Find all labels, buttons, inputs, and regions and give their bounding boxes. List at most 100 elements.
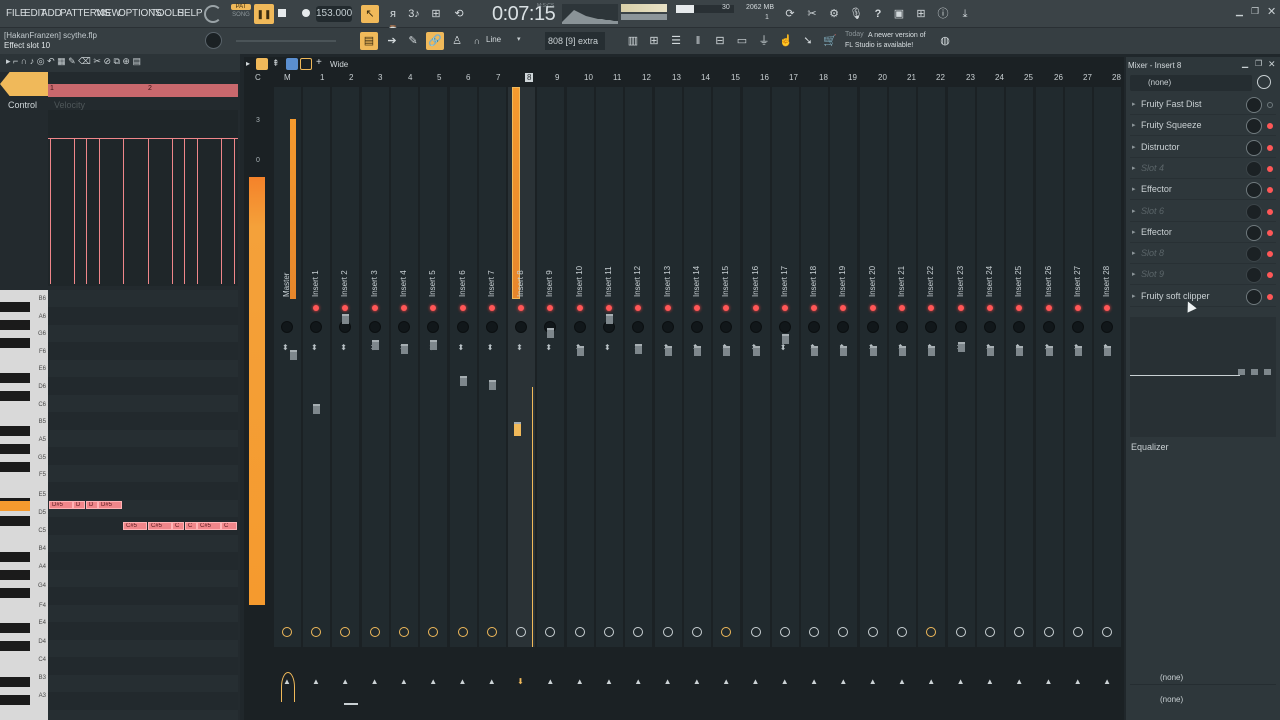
mixer-strip-insert-4[interactable]: [390, 87, 418, 647]
mixer-strip-insert-22[interactable]: [918, 87, 946, 647]
channel-pan-knob[interactable]: [661, 321, 674, 333]
piano-roll-icon[interactable]: ▥: [624, 32, 642, 50]
insert-panel-restore-icon[interactable]: ❐: [1255, 59, 1262, 68]
channel-pan-knob[interactable]: [1042, 321, 1055, 333]
channel-pan-knob[interactable]: [1101, 321, 1114, 333]
route-to-arrow-icon[interactable]: ▲: [341, 677, 349, 686]
news-text[interactable]: A newer version of FL Studio is availabl…: [845, 31, 935, 51]
tempo-display[interactable]: 153.000: [316, 6, 352, 22]
channel-volume-fader[interactable]: [400, 344, 408, 354]
effect-slot-6[interactable]: ▸ Slot 6: [1130, 202, 1276, 222]
microphone-icon[interactable]: 🎙: [847, 5, 865, 23]
route-to-arrow-icon[interactable]: ▲: [986, 677, 994, 686]
channel-volume-fader[interactable]: [606, 314, 613, 324]
channel-pan-knob[interactable]: [866, 321, 879, 333]
slot-enable-led[interactable]: [1267, 123, 1273, 130]
channel-pan-knob[interactable]: [397, 321, 410, 333]
piano-black-key[interactable]: [0, 462, 30, 472]
mixer-channel-name[interactable]: Insert 12: [633, 266, 642, 297]
tool-wait-for-input-icon[interactable]: 3♪: [405, 5, 423, 23]
shop-icon[interactable]: 🛒: [821, 32, 839, 50]
slot-enable-led[interactable]: [1267, 251, 1273, 258]
slot-mix-knob[interactable]: [1246, 139, 1262, 156]
channel-route-button[interactable]: [779, 627, 790, 637]
stereo-separation-icon[interactable]: ⬍: [780, 343, 787, 352]
tool-step-edit-icon[interactable]: ⊞: [427, 5, 445, 23]
channel-route-button[interactable]: [897, 627, 907, 637]
plugin-picker-icon[interactable]: ⚙: [825, 5, 843, 23]
channel-pan-knob[interactable]: [281, 321, 293, 333]
note-7[interactable]: C: [172, 522, 184, 530]
mixer-channel-name[interactable]: Insert 22: [926, 266, 935, 297]
slot-menu-arrow-icon[interactable]: ▸: [1132, 121, 1136, 129]
mixer-strip-insert-2[interactable]: [332, 87, 360, 647]
stereo-separation-icon[interactable]: ⬍: [487, 343, 494, 352]
channel-pan-knob[interactable]: [485, 321, 498, 333]
mixer-channel-name[interactable]: Insert 26: [1044, 266, 1053, 297]
channel-route-button[interactable]: [955, 627, 966, 637]
mixer-channel-name[interactable]: Insert 2: [340, 270, 349, 297]
mixer-channel-name[interactable]: Insert 7: [487, 270, 496, 297]
mixer-scrollbar[interactable]: [344, 703, 358, 705]
slot-enable-led[interactable]: [1267, 229, 1273, 236]
undo-history-icon[interactable]: ⟳: [781, 5, 799, 23]
slot-mix-knob[interactable]: [1246, 160, 1262, 177]
slot-enable-led[interactable]: [1267, 102, 1273, 108]
channel-volume-fader[interactable]: [488, 380, 496, 390]
master-pitch-slider[interactable]: [621, 14, 667, 20]
note-3[interactable]: D: [86, 501, 98, 509]
channel-volume-fader[interactable]: [1074, 346, 1082, 356]
mixer-channel-name[interactable]: Insert 11: [604, 266, 613, 297]
stereo-separation-icon[interactable]: ⬍: [545, 343, 552, 352]
piano-black-key[interactable]: [0, 391, 30, 401]
effect-slot-1[interactable]: ▸ Fruity Fast Dist: [1130, 95, 1276, 115]
channel-volume-fader[interactable]: [840, 346, 848, 356]
arrow-right-icon[interactable]: ➔: [383, 32, 401, 50]
mixer-channel-name[interactable]: Insert 13: [663, 266, 672, 297]
slot-enable-led[interactable]: [1267, 272, 1273, 279]
window-close-icon[interactable]: ✕: [1267, 5, 1276, 18]
channel-pan-knob[interactable]: [310, 321, 322, 333]
mixer-strip-insert-27[interactable]: [1064, 87, 1092, 647]
slot-menu-arrow-icon[interactable]: ▸: [1132, 249, 1136, 257]
file-icon[interactable]: ▭: [733, 32, 751, 50]
slot-menu-arrow-icon[interactable]: ▸: [1132, 292, 1136, 300]
magnet-icon[interactable]: ∩: [468, 32, 486, 50]
preset-display[interactable]: 808 [9] extra: [545, 32, 605, 50]
channel-enable-led[interactable]: [400, 305, 407, 311]
slot-enable-led[interactable]: [1267, 208, 1273, 215]
channel-route-button[interactable]: [1072, 627, 1083, 637]
route-to-arrow-icon[interactable]: ▲: [957, 677, 965, 686]
channel-volume-fader[interactable]: [781, 334, 789, 344]
mixer-view-button-3[interactable]: [300, 58, 312, 70]
effect-slot-2[interactable]: ▸ Fruity Squeeze: [1130, 116, 1276, 137]
mixer-channel-name[interactable]: Insert 19: [838, 266, 847, 297]
tool-icons[interactable]: ▸ ⌐ ∩ ♪ ◎ ↶ ▦ ✎ ⌫ ✂ ⊘ ⧉ ⊕ ▤: [6, 56, 141, 67]
output-select-2[interactable]: (none): [1130, 691, 1276, 707]
channel-pan-knob[interactable]: [456, 321, 469, 333]
route-to-arrow-icon[interactable]: ▲: [898, 677, 906, 686]
channel-pan-knob[interactable]: [808, 321, 821, 333]
channel-pan-knob[interactable]: [983, 321, 996, 333]
mixer-pin-icon[interactable]: ⇞: [272, 58, 280, 69]
help-icon[interactable]: ?: [869, 5, 887, 23]
mixer-channel-name[interactable]: Insert 27: [1073, 266, 1082, 297]
route-to-arrow-icon[interactable]: ▲: [371, 677, 379, 686]
channel-enable-led[interactable]: [459, 305, 466, 311]
channel-volume-fader[interactable]: [664, 346, 672, 356]
mixer-strip-insert-16[interactable]: [742, 87, 770, 647]
eq-band-fader-3[interactable]: [1264, 369, 1271, 375]
piano-black-key[interactable]: [0, 320, 30, 330]
mixer-strip-insert-23[interactable]: [947, 87, 975, 647]
channel-volume-fader[interactable]: [1104, 346, 1112, 356]
mixer-strip-insert-21[interactable]: [889, 87, 916, 647]
mixer-strip-insert-10[interactable]: [566, 87, 594, 647]
channel-volume-fader[interactable]: [869, 346, 877, 356]
slot-menu-arrow-icon[interactable]: ▸: [1132, 143, 1136, 151]
channel-enable-led[interactable]: [576, 305, 583, 311]
output-select[interactable]: (none): [1130, 669, 1276, 685]
channel-route-button[interactable]: [662, 627, 673, 637]
mixer-wide-label[interactable]: Wide: [330, 60, 348, 69]
slot-menu-arrow-icon[interactable]: ▸: [1132, 228, 1136, 236]
piano-black-key[interactable]: [0, 373, 30, 383]
